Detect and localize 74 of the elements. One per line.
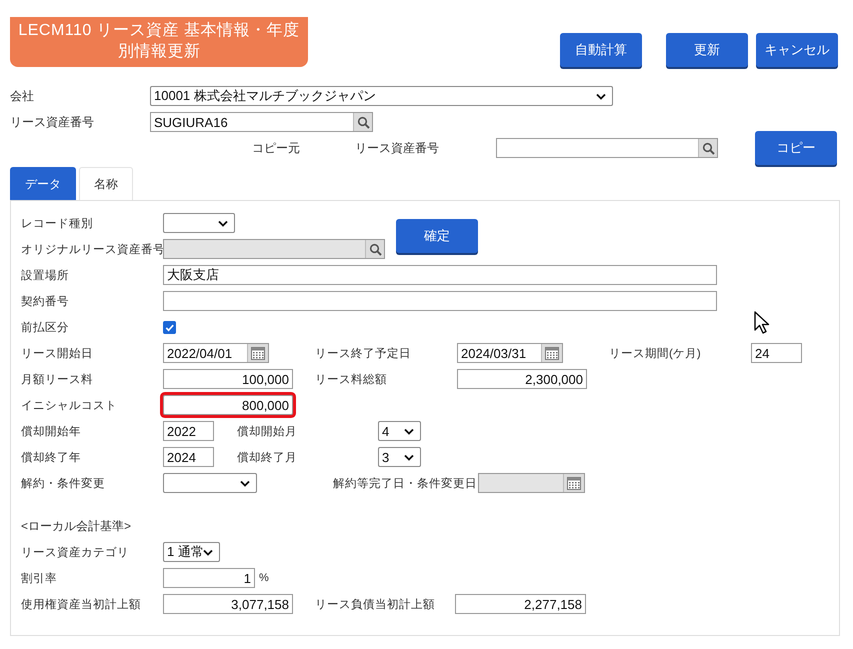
search-icon: [702, 142, 714, 154]
dropdown[interactable]: [163, 213, 235, 233]
action-button[interactable]: 自動計算: [560, 33, 642, 67]
chevron-icon: [596, 92, 606, 100]
field-label: 設置場所: [21, 268, 70, 282]
field-label: 契約番号: [21, 294, 70, 308]
screen-title: LECM110 リース資産 基本情報・年度別情報更新: [10, 17, 308, 67]
search-button[interactable]: [353, 113, 372, 131]
dropdown[interactable]: 10001 株式会社マルチブックジャパン: [150, 86, 613, 106]
field-label: リース資産番号: [10, 114, 95, 130]
copy-button[interactable]: コピー: [755, 131, 837, 165]
field-label: コピー元: [252, 140, 301, 156]
field-label: 解約等完了日・条件変更日: [333, 476, 478, 490]
number-field[interactable]: 800,000: [163, 395, 293, 415]
field-label: 償却終了月: [237, 450, 298, 464]
field-label: 前払区分: [21, 320, 70, 334]
chevron-icon: [218, 220, 228, 226]
chevron-icon: [404, 454, 414, 460]
field-label: レコード種別: [21, 216, 94, 230]
search-icon: [368, 242, 382, 256]
search-button[interactable]: [698, 139, 717, 157]
calendar-icon: [545, 346, 559, 360]
calendar-button[interactable]: [541, 344, 562, 362]
number-field[interactable]: 3,077,158: [163, 594, 293, 614]
dropdown[interactable]: 1 通常: [163, 542, 220, 562]
date-field[interactable]: 2022/04/01: [163, 343, 269, 363]
field-label: リース負債当初計上額: [315, 597, 436, 612]
field-label: オリジナルリース資産番号: [21, 242, 163, 256]
unit-label: %: [259, 572, 269, 584]
field-label: 償却開始年: [21, 424, 82, 438]
field-label: 会社: [10, 88, 35, 104]
field-label: 償却開始月: [237, 424, 298, 438]
number-field[interactable]: 2,277,158: [455, 594, 586, 614]
tab[interactable]: データ: [10, 167, 76, 200]
text-field[interactable]: 24: [751, 343, 802, 363]
text-field[interactable]: [163, 291, 717, 311]
field-label: イニシャルコスト: [21, 398, 118, 412]
field-label: リース終了予定日: [315, 346, 412, 360]
field-label: リース料総額: [315, 372, 388, 386]
chevron-icon: [240, 480, 250, 486]
action-button[interactable]: 更新: [666, 33, 748, 67]
search-icon: [356, 116, 370, 128]
chevron-icon: [404, 428, 414, 434]
lookup-field[interactable]: SUGIURA16: [150, 112, 373, 132]
dropdown[interactable]: [163, 473, 257, 493]
checkbox[interactable]: [163, 320, 176, 334]
field-label: 解約・条件変更: [21, 476, 106, 490]
chevron-icon: [203, 548, 213, 556]
text-field[interactable]: 大阪支店: [163, 265, 717, 285]
field-label: 月額リース料: [21, 372, 94, 386]
dropdown[interactable]: 4: [378, 421, 421, 441]
calendar-icon: [251, 346, 265, 360]
field-label: 償却終了年: [21, 450, 82, 464]
calendar-button[interactable]: [247, 344, 268, 362]
field-label: 割引率: [21, 572, 58, 586]
text-field[interactable]: 2024: [163, 447, 214, 467]
number-field[interactable]: 1: [163, 568, 255, 588]
text-field[interactable]: 2022: [163, 421, 214, 441]
field-label: リース資産カテゴリ: [21, 545, 130, 560]
section-heading: <ローカル会計基準>: [21, 518, 132, 535]
lookup-field[interactable]: [496, 138, 718, 158]
calendar-icon: [567, 476, 581, 490]
field-label: リース開始日: [21, 346, 94, 360]
field-label: 使用権資産当初計上額: [21, 597, 142, 612]
pointer-icon: [754, 311, 770, 335]
date-field[interactable]: 2024/03/31: [457, 343, 563, 363]
confirm-button[interactable]: 確定: [396, 219, 478, 253]
action-button[interactable]: キャンセル: [756, 33, 838, 67]
tab[interactable]: 名称: [79, 167, 133, 200]
field-label: リース期間(ケ月): [609, 346, 702, 360]
number-field[interactable]: 100,000: [163, 369, 293, 389]
number-field[interactable]: 2,300,000: [457, 369, 587, 389]
field-label: リース資産番号: [355, 140, 440, 156]
dropdown[interactable]: 3: [378, 447, 421, 467]
